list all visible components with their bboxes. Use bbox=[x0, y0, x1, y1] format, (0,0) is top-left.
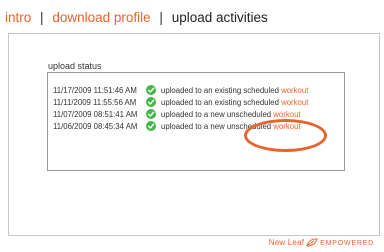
status-timestamp: 11/06/2009 08:45:34 AM bbox=[53, 122, 138, 131]
status-row: 11/17/2009 11:51:46 AM uploaded to an exi… bbox=[53, 85, 308, 97]
status-message: uploaded to a new unscheduled bbox=[161, 110, 272, 119]
check-circle-icon bbox=[146, 109, 156, 119]
status-row: 11/07/2009 08:51:41 AM uploaded to a new … bbox=[53, 109, 301, 121]
status-timestamp: 11/11/2009 11:55:56 AM bbox=[53, 98, 137, 107]
check-circle-icon bbox=[146, 121, 156, 131]
top-nav: intro | download profile | upload activi… bbox=[5, 10, 268, 25]
nav-separator: | bbox=[159, 10, 163, 25]
workout-link[interactable]: workout bbox=[273, 122, 300, 131]
brand-tagline: EMPOWERED bbox=[320, 240, 374, 247]
nav-intro-link[interactable]: intro bbox=[5, 10, 31, 25]
status-message: uploaded to a new unscheduled bbox=[161, 122, 272, 131]
upload-status-list: 11/17/2009 11:51:46 AM uploaded to an exi… bbox=[47, 72, 345, 171]
check-circle-icon bbox=[146, 85, 156, 95]
leaf-icon bbox=[306, 238, 318, 249]
status-row: 11/06/2009 08:45:34 AM uploaded to a new … bbox=[53, 121, 301, 133]
status-message: uploaded to an existing scheduled bbox=[161, 98, 279, 107]
status-timestamp: 11/17/2009 11:51:46 AM bbox=[53, 86, 137, 95]
brand-name: New Leaf bbox=[268, 238, 305, 247]
status-row: 11/11/2009 11:55:56 AM uploaded to an exi… bbox=[53, 97, 308, 109]
brand-logo: New Leaf EMPOWERED bbox=[269, 238, 374, 249]
check-circle-icon bbox=[146, 97, 156, 107]
status-timestamp: 11/07/2009 08:51:41 AM bbox=[53, 110, 138, 119]
nav-download-profile-link[interactable]: download profile bbox=[52, 10, 150, 25]
upload-status-title: upload status bbox=[48, 61, 102, 71]
nav-upload-activities-current: upload activities bbox=[171, 10, 268, 25]
status-message: uploaded to an existing scheduled bbox=[161, 86, 279, 95]
nav-separator: | bbox=[40, 10, 44, 25]
workout-link[interactable]: workout bbox=[273, 110, 300, 119]
workout-link[interactable]: workout bbox=[281, 98, 308, 107]
workout-link[interactable]: workout bbox=[281, 86, 308, 95]
